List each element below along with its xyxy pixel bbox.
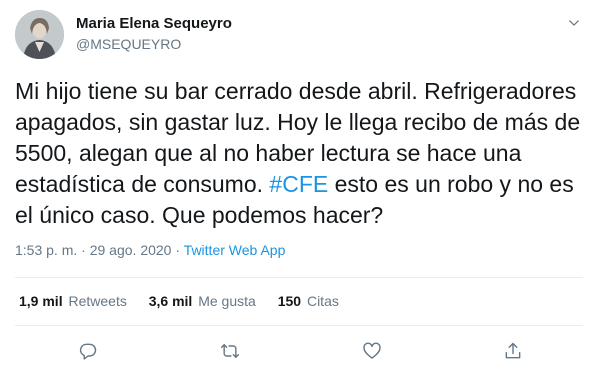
heart-icon — [363, 342, 381, 359]
avatar[interactable] — [15, 10, 64, 59]
retweets-label: Retweets — [68, 293, 127, 309]
share-icon — [505, 342, 521, 359]
meta-separator: · — [175, 242, 181, 258]
quotes-count: 150 — [277, 293, 302, 309]
reply-icon — [79, 343, 97, 360]
retweet-icon — [220, 344, 240, 358]
more-options-button[interactable] — [564, 13, 584, 33]
quotes-stat[interactable]: 150 Citas — [278, 293, 339, 309]
likes-count: 3,6 mil — [148, 293, 193, 309]
tweet-meta: 1:53 p. m. · 29 ago. 2020 · Twitter Web … — [15, 242, 285, 258]
tweet-source-link[interactable]: Twitter Web App — [184, 242, 286, 258]
retweet-button[interactable] — [217, 338, 243, 364]
like-button[interactable] — [359, 338, 385, 364]
tweet-card: Maria Elena Sequeyro @MSEQUEYRO Mi hijo … — [0, 0, 598, 374]
author-handle[interactable]: @MSEQUEYRO — [76, 36, 181, 52]
author-name[interactable]: Maria Elena Sequeyro — [76, 15, 232, 32]
action-bar — [0, 338, 598, 364]
retweets-stat[interactable]: 1,9 mil Retweets — [19, 293, 127, 309]
likes-stat[interactable]: 3,6 mil Me gusta — [149, 293, 256, 309]
tweet-stats: 1,9 mil Retweets 3,6 mil Me gusta 150 Ci… — [19, 293, 357, 309]
retweets-count: 1,9 mil — [19, 293, 63, 309]
tweet-date[interactable]: 29 ago. 2020 — [90, 242, 172, 258]
divider — [15, 277, 583, 278]
tweet-time[interactable]: 1:53 p. m. — [15, 242, 77, 258]
chevron-down-icon — [569, 20, 579, 26]
likes-label: Me gusta — [198, 293, 256, 309]
avatar-photo-icon — [15, 10, 64, 59]
meta-separator: · — [81, 242, 86, 258]
reply-button[interactable] — [75, 338, 101, 364]
hashtag-link[interactable]: #CFE — [269, 171, 328, 197]
share-button[interactable] — [500, 338, 526, 364]
divider — [15, 325, 583, 326]
quotes-label: Citas — [306, 293, 339, 309]
tweet-text: Mi hijo tiene su bar cerrado desde abril… — [15, 76, 587, 231]
